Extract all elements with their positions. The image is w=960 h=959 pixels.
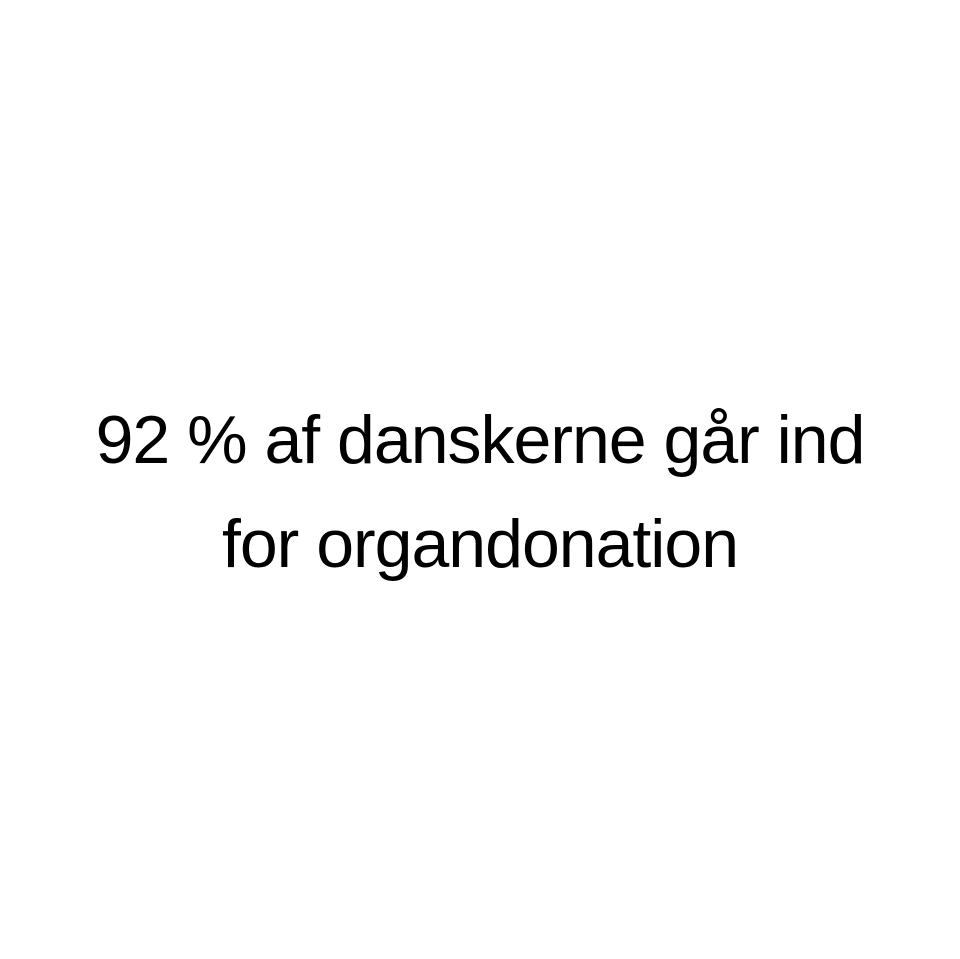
headline-line-2: for organdonation: [221, 506, 739, 582]
image-canvas: 92 % af danskerne går ind for organdonat…: [0, 0, 960, 959]
headline-line-1: 92 % af danskerne går ind: [95, 402, 866, 478]
headline: 92 % af danskerne går ind for organdonat…: [0, 388, 960, 596]
